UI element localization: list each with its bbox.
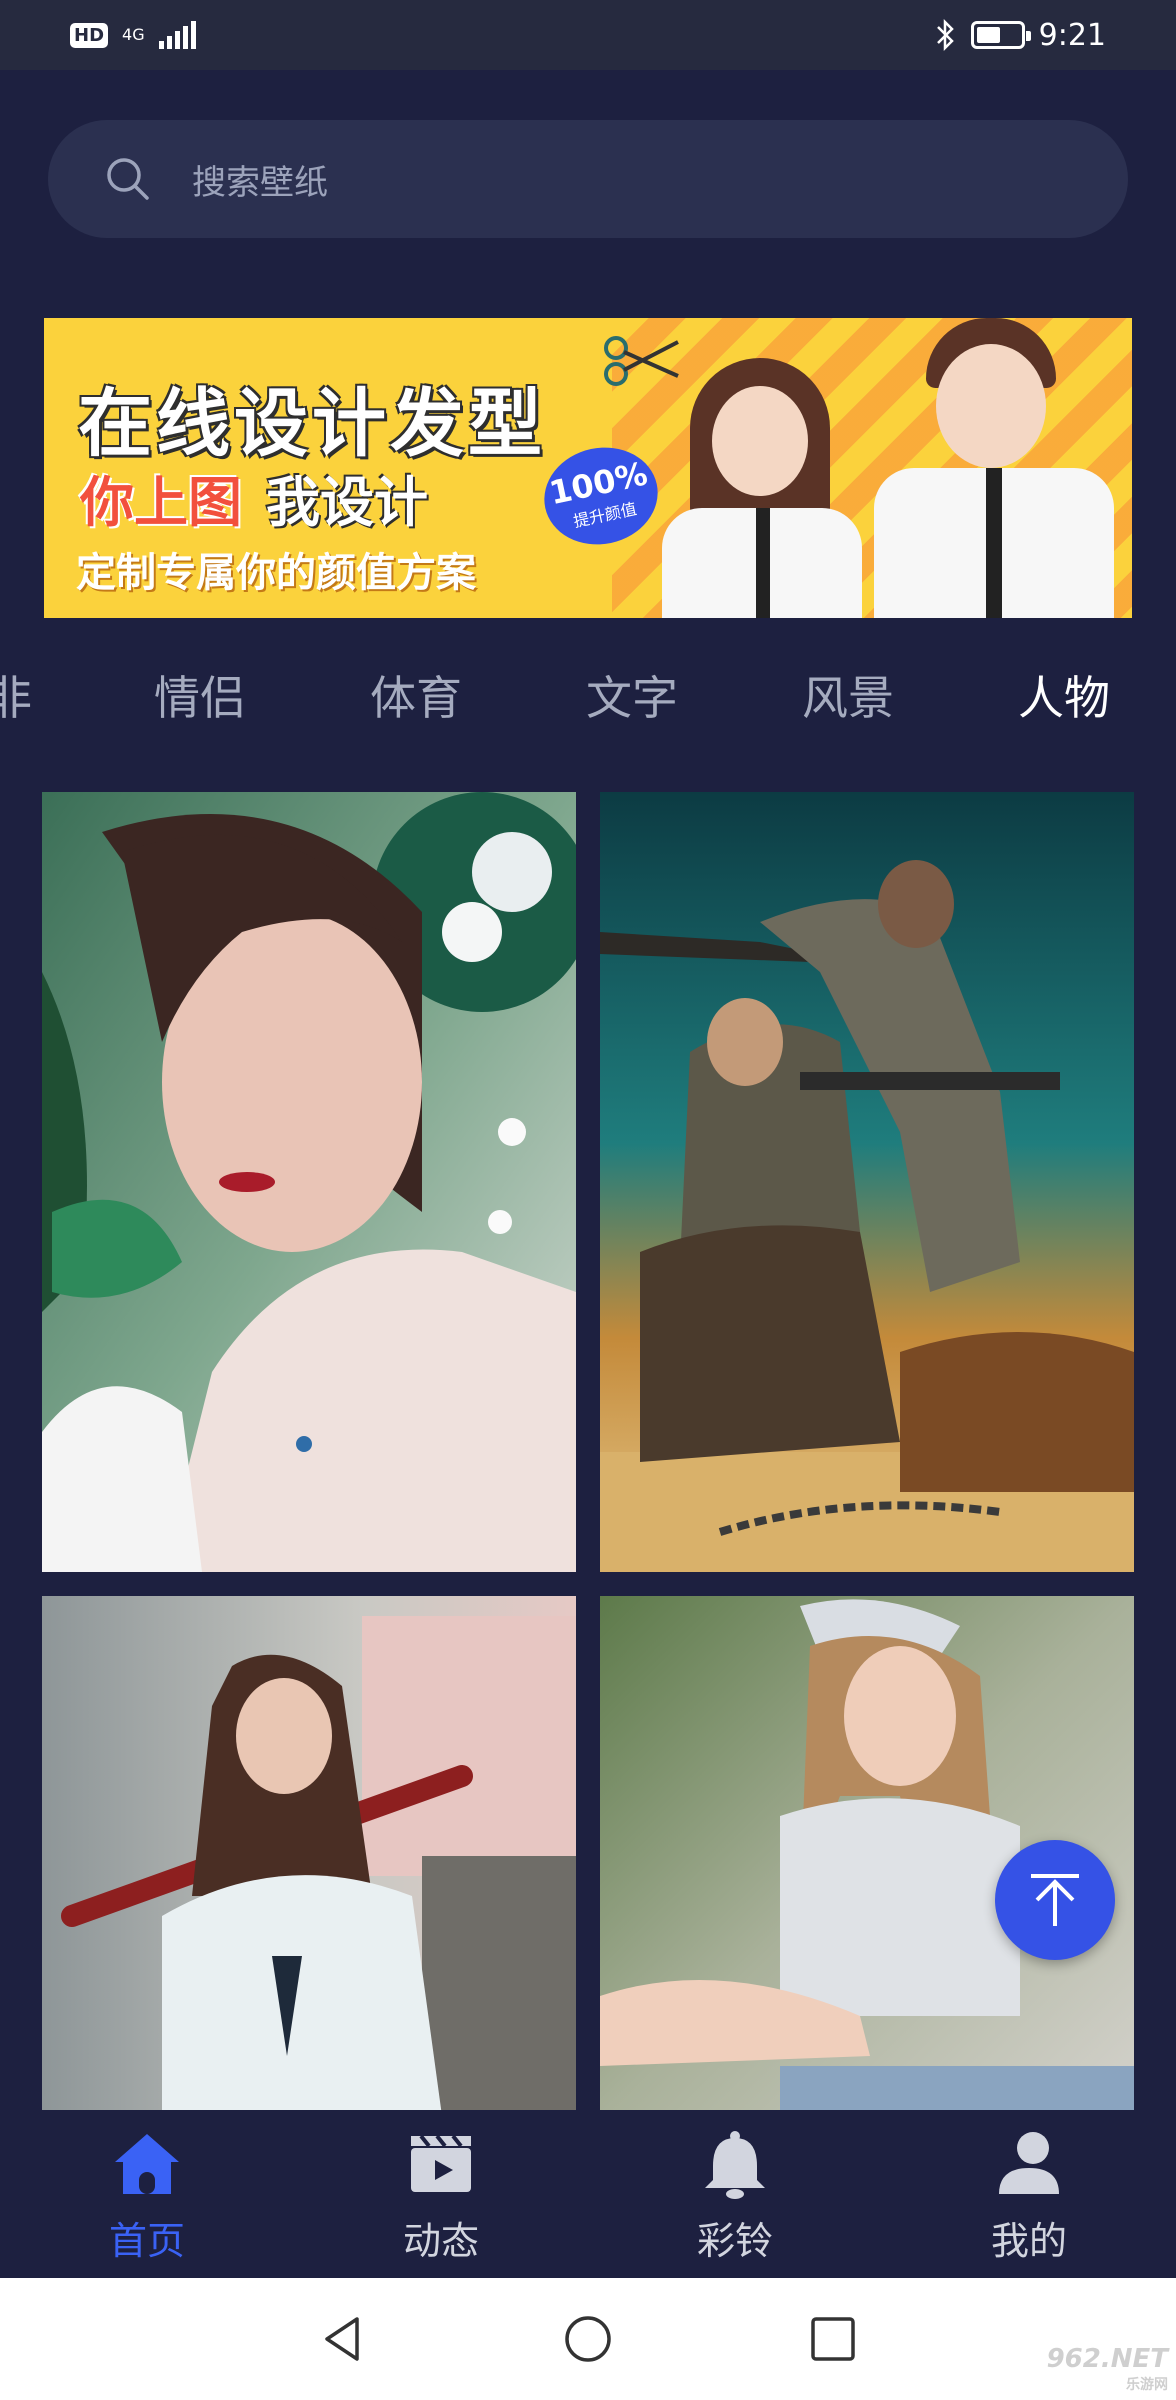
nav-feed[interactable]: 动态 [294, 2110, 588, 2278]
tab-sports[interactable]: 体育 [370, 662, 462, 728]
status-right: 9:21 [935, 18, 1106, 53]
search-placeholder: 搜索壁纸 [192, 162, 328, 203]
clapperboard-icon [411, 2134, 471, 2192]
wasteland-warriors-photo [600, 792, 1134, 1572]
nav-home[interactable]: 首页 [0, 2110, 294, 2278]
back-icon[interactable] [317, 2313, 369, 2365]
banner-slogan-a: 你上图 [80, 471, 242, 534]
nav-ringtone[interactable]: 彩铃 [588, 2110, 882, 2278]
banner-boy-figure [874, 318, 1114, 618]
wallpaper-card[interactable] [600, 792, 1134, 1572]
home-circle-icon[interactable] [562, 2313, 614, 2365]
network-label: 4G [122, 25, 145, 44]
tab-cutoff[interactable]: 非 [0, 662, 32, 728]
girl-with-baseball-bat-photo [42, 1596, 576, 2116]
wallpaper-card[interactable] [42, 1596, 576, 2116]
watermark-text: 962.NET [1046, 2344, 1168, 2374]
clock: 9:21 [1038, 17, 1106, 53]
status-left: HD 4G [70, 21, 196, 49]
banner-slogan: 你上图 我设计 [80, 458, 428, 537]
tab-scenery[interactable]: 风景 [802, 662, 894, 728]
battery-icon [970, 21, 1031, 49]
tab-couples[interactable]: 情侣 [154, 662, 246, 728]
arrow-up-icon [1031, 1874, 1079, 1926]
banner-slogan-b: 我设计 [266, 471, 428, 534]
woman-with-flowers-photo [42, 792, 576, 1572]
banner-subtitle: 定制专属你的颜值方案 [76, 550, 476, 596]
system-nav-bar: 962.NET 乐游网 [0, 2278, 1176, 2400]
watermark-logo: 962.NET 乐游网 [1047, 2344, 1168, 2394]
banner-title: 在线设计发型 [78, 381, 546, 467]
banner-girl-figure [662, 358, 862, 618]
search-icon [107, 158, 149, 200]
nav-profile-label: 我的 [990, 2219, 1067, 2263]
bell-icon [705, 2131, 765, 2199]
bottom-nav: 首页 动态 彩铃 我的 [0, 2110, 1176, 2278]
user-icon [999, 2132, 1059, 2194]
recents-icon[interactable] [807, 2313, 859, 2365]
tab-people[interactable]: 人物 [1018, 662, 1110, 728]
watermark-sub: 乐游网 [1126, 2377, 1168, 2393]
tab-text[interactable]: 文字 [586, 662, 678, 728]
signal-icon [158, 21, 196, 49]
status-bar: HD 4G 9:21 [0, 0, 1176, 70]
hd-badge: HD [70, 22, 109, 48]
promo-banner[interactable]: 在线设计发型 你上图 我设计 定制专属你的颜值方案 100% 提升颜值 [44, 318, 1132, 618]
wallpaper-card[interactable] [42, 792, 576, 1572]
nav-home-label: 首页 [108, 2219, 185, 2263]
category-tabs: 非 情侣 体育 文字 风景 人物 [0, 650, 1176, 736]
nav-profile[interactable]: 我的 [882, 2110, 1176, 2278]
scroll-to-top-button[interactable] [995, 1840, 1115, 1960]
nav-ringtone-label: 彩铃 [696, 2219, 773, 2263]
search-bar[interactable]: 搜索壁纸 [48, 120, 1128, 238]
home-icon [115, 2134, 179, 2194]
nav-feed-label: 动态 [402, 2219, 479, 2263]
bluetooth-icon [936, 18, 954, 52]
